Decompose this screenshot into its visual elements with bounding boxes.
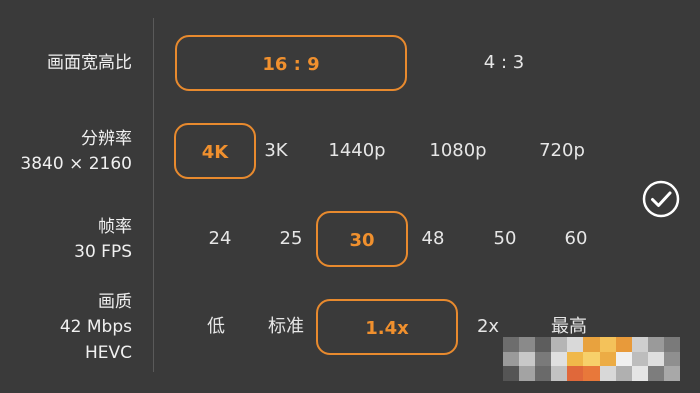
aspect-option-4-3[interactable]: 4 : 3 xyxy=(464,35,544,91)
quality-codec: HEVC xyxy=(84,343,132,363)
framerate-option-24[interactable]: 24 xyxy=(198,211,242,267)
framerate-option-48[interactable]: 48 xyxy=(411,211,455,267)
resolution-option-1080p[interactable]: 1080p xyxy=(423,123,493,179)
quality-option-low[interactable]: 低 xyxy=(194,299,238,355)
resolution-option-1440p[interactable]: 1440p xyxy=(322,123,392,179)
quality-label: 画质 xyxy=(98,292,132,312)
resolution-option-4k[interactable]: 4K xyxy=(174,123,256,179)
aspect-option-16-9[interactable]: 16 : 9 xyxy=(175,35,407,91)
framerate-option-25[interactable]: 25 xyxy=(269,211,313,267)
quality-sublabel: 42 Mbps xyxy=(59,317,132,337)
resolution-option-720p[interactable]: 720p xyxy=(532,123,592,179)
pixelated-watermark xyxy=(503,337,680,381)
frame-rate-label: 帧率 xyxy=(98,217,132,237)
framerate-option-30[interactable]: 30 xyxy=(316,211,408,267)
resolution-sublabel: 3840 × 2160 xyxy=(20,154,132,174)
check-circle-icon[interactable] xyxy=(642,180,680,218)
resolution-option-3k[interactable]: 3K xyxy=(254,123,298,179)
quality-option-2x[interactable]: 2x xyxy=(468,299,508,355)
framerate-option-50[interactable]: 50 xyxy=(483,211,527,267)
frame-rate-sublabel: 30 FPS xyxy=(74,242,132,262)
framerate-option-60[interactable]: 60 xyxy=(554,211,598,267)
column-divider xyxy=(153,18,154,372)
resolution-label: 分辨率 xyxy=(81,129,132,149)
quality-option-1-4x[interactable]: 1.4x xyxy=(316,299,458,355)
quality-option-standard[interactable]: 标准 xyxy=(258,299,314,355)
aspect-ratio-label: 画面宽高比 xyxy=(47,53,132,73)
